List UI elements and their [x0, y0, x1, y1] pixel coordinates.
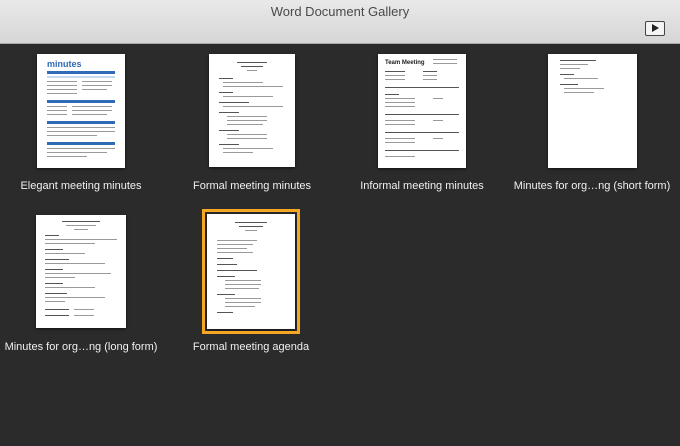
- template-thumbnail[interactable]: minutes: [37, 54, 125, 168]
- template-thumbnail[interactable]: Team Meeting: [378, 54, 466, 168]
- title-bar: Word Document Gallery: [0, 0, 680, 44]
- template-thumbnail[interactable]: [36, 215, 126, 328]
- template-label: Minutes for org…ng (short form): [513, 180, 671, 192]
- play-slideshow-icon[interactable]: [645, 21, 665, 36]
- template-thumbnail-selected[interactable]: [202, 209, 300, 334]
- template-label: Formal meeting agenda: [192, 341, 310, 353]
- template-thumbnail[interactable]: [209, 54, 295, 167]
- window-title: Word Document Gallery: [270, 4, 410, 19]
- template-thumbnail[interactable]: [548, 54, 637, 168]
- thumbnail-heading: Team Meeting: [385, 60, 425, 66]
- thumbnail-heading: minutes: [47, 59, 82, 69]
